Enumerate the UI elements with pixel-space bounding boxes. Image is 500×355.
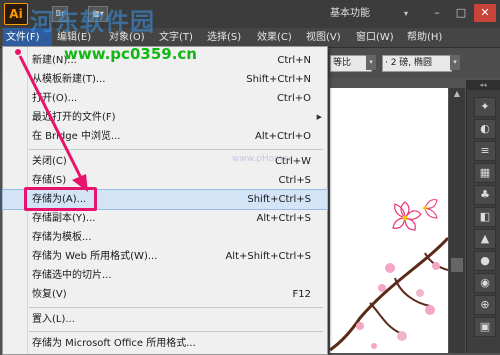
collapse-panels-icon[interactable]: ◂◂ (466, 80, 500, 90)
brushes-icon[interactable]: ▦ (474, 163, 496, 183)
minimize-button[interactable]: – (426, 4, 448, 22)
symbols-icon[interactable]: ♣ (474, 185, 496, 205)
color-guide-icon[interactable]: ◐ (474, 119, 496, 139)
menu-select[interactable]: 选择(S) (207, 28, 241, 47)
color-panel-icon[interactable]: ✦ (474, 97, 496, 117)
watermark-faint-url: www.pHome... (232, 154, 297, 164)
menu-separator (29, 149, 323, 150)
menu-item-place[interactable]: 置入(L)... (3, 310, 327, 329)
menu-item-browse-in-bridge[interactable]: 在 Bridge 中浏览... Alt+Ctrl+O (3, 127, 327, 146)
vertical-scrollbar[interactable] (449, 88, 465, 353)
menu-item-save-for-office[interactable]: 存储为 Microsoft Office 所用格式... (3, 334, 327, 353)
cherry-blossom-artwork (330, 199, 448, 352)
stroke-icon[interactable]: ● (474, 251, 496, 271)
graphic-styles-icon[interactable]: ◧ (474, 207, 496, 227)
maximize-button[interactable]: □ (450, 4, 472, 22)
watermark-url: www.pc0359.cn (64, 45, 197, 63)
menu-item-new-from-template[interactable]: 从模板新建(T)... Shift+Ctrl+N (3, 70, 327, 89)
menu-separator (29, 331, 323, 332)
menu-item-open[interactable]: 打开(O)... Ctrl+O (3, 89, 327, 108)
menu-effect[interactable]: 效果(C) (257, 28, 292, 47)
menu-separator (29, 307, 323, 308)
menu-view[interactable]: 视图(V) (306, 28, 341, 47)
appearance-icon[interactable]: ▲ (474, 229, 496, 249)
layers-icon[interactable]: ▣ (474, 317, 496, 337)
scroll-up-icon[interactable]: ▲ (449, 88, 465, 100)
scrollbar-thumb[interactable] (451, 258, 463, 272)
menu-item-save-copy[interactable]: 存储副本(Y)... Alt+Ctrl+S (3, 209, 327, 228)
menu-item-revert[interactable]: 恢复(V) F12 (3, 285, 327, 304)
menu-item-save-for-web[interactable]: 存储为 Web 所用格式(W)... Alt+Shift+Ctrl+S (3, 247, 327, 266)
workspace-switcher[interactable]: 基本功能 ▾ (330, 6, 408, 22)
chevron-down-icon[interactable]: ▾ (450, 55, 460, 70)
close-button[interactable]: ✕ (474, 4, 496, 22)
chevron-down-icon: ▾ (403, 9, 408, 18)
menu-item-open-recent[interactable]: 最近打开的文件(F) ▶ (3, 108, 327, 127)
swatches-icon[interactable]: ≡ (474, 141, 496, 161)
gradient-icon[interactable]: ◉ (474, 273, 496, 293)
menu-window[interactable]: 窗口(W) (356, 28, 394, 47)
menu-help[interactable]: 帮助(H) (407, 28, 442, 47)
menu-item-save-as-template[interactable]: 存储为模板... (3, 228, 327, 247)
watermark-site-name: 河东软件园 (30, 8, 155, 36)
stroke-profile-field[interactable]: · 2 磅, 椭圆 (382, 55, 452, 72)
menu-item-save-selected-slices[interactable]: 存储选中的切片... (3, 266, 327, 285)
workspace-label: 基本功能 (330, 8, 370, 19)
submenu-arrow-icon: ▶ (316, 113, 322, 121)
chevron-down-icon[interactable]: ▾ (366, 55, 376, 70)
transparency-icon[interactable]: ⊕ (474, 295, 496, 315)
illustrator-logo: Ai (4, 3, 28, 25)
save-as-highlight-box (24, 187, 97, 211)
